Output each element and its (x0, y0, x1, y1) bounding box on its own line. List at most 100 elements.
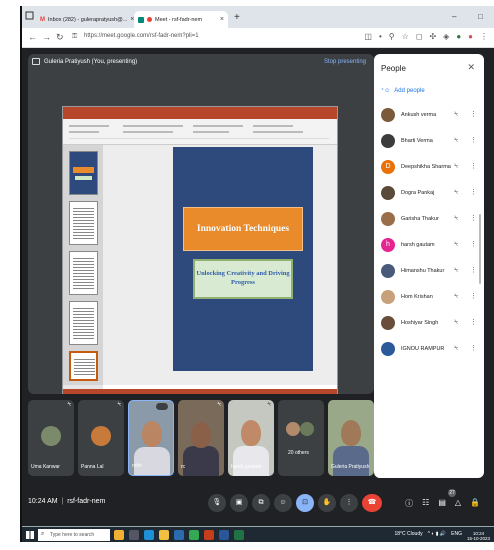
weather-status[interactable]: 18°C Cloudy (394, 531, 422, 541)
store-icon[interactable] (174, 530, 184, 540)
taskbar-search-box[interactable]: ⌕ Type here to search (38, 529, 110, 541)
present-button[interactable]: ⊡ (296, 494, 314, 512)
tile-name: rohit (132, 463, 142, 469)
word-icon[interactable] (219, 530, 229, 540)
more-options-icon[interactable]: ⋮ (470, 110, 477, 118)
language-indicator[interactable]: ENG (451, 531, 462, 541)
slide-thumbnail[interactable] (69, 251, 98, 295)
more-options-icon[interactable]: ⋮ (470, 292, 477, 300)
participant-tile[interactable]: ⍀ harsh gautam (228, 400, 274, 476)
activities-icon[interactable]: △ (455, 498, 461, 509)
more-options-icon[interactable]: ⋮ (470, 344, 477, 352)
tray-icons[interactable]: ^ ◐ ▮ 🔊 (428, 531, 447, 541)
extension-icon[interactable]: ◻ (416, 32, 423, 41)
tile-name: harsh gautam (231, 464, 262, 470)
emoji-button[interactable]: ☺ (274, 494, 292, 512)
participant-row[interactable]: Hom Krishan ⍀ ⋮ (374, 288, 482, 312)
participant-tile[interactable]: rohit (128, 400, 174, 476)
participant-tile[interactable]: ⍀ Panna Lal (78, 400, 124, 476)
participant-row[interactable]: Dogra Pankaj ⍀ ⋮ (374, 184, 482, 208)
avatar: D (381, 160, 395, 174)
slide-thumbnail[interactable] (69, 351, 98, 381)
lock-icon: ⚿ (72, 33, 78, 40)
more-options-icon[interactable]: ⋮ (470, 162, 477, 170)
info-icon[interactable]: ⓘ (405, 498, 413, 509)
stop-presenting-button[interactable]: Stop presenting (324, 59, 366, 65)
slide-editor: Innovation Techniques Unlocking Creativi… (103, 145, 337, 385)
camera-icon[interactable]: ◫ (364, 32, 372, 41)
participant-row[interactable]: Bharti Verma ⍀ ⋮ (374, 132, 482, 156)
slide-thumbnail[interactable] (69, 201, 98, 245)
participant-name: Bharti Verma (401, 138, 433, 144)
more-options-icon[interactable] (156, 403, 168, 410)
panel-scrollbar[interactable] (479, 214, 481, 284)
screen-frame: M Inbox (282) - gulerapratyush@... × Mee… (20, 6, 494, 542)
participant-tile-group[interactable]: 20 others (278, 400, 324, 476)
participant-row[interactable]: IGNOU RAMPUR ⍀ ⋮ (374, 340, 482, 364)
system-clock[interactable]: 10:24 15-10-2023 (467, 531, 490, 541)
more-options-icon[interactable]: ⋮ (470, 266, 477, 274)
more-options-icon[interactable]: ⋮ (470, 240, 477, 248)
add-people-button[interactable]: ⁺☺ Add people (381, 87, 425, 95)
slide-thumbnail[interactable] (69, 151, 98, 195)
leave-call-button[interactable]: ☎ (362, 494, 382, 512)
presenting-bar: Guleria Pratiyush (You, presenting) Stop… (28, 54, 374, 70)
profile-icon[interactable]: ● (456, 32, 461, 41)
more-options-button[interactable]: ⋮ (340, 494, 358, 512)
close-icon[interactable]: ✕ (467, 62, 475, 73)
maximize-button[interactable]: □ (478, 12, 483, 21)
chat-icon[interactable]: ▤ (438, 498, 446, 509)
participant-row[interactable]: D Deepshikha Sharma ⍀ ⋮ (374, 158, 482, 182)
people-icon[interactable]: ☷ (422, 498, 429, 509)
chrome-icon[interactable] (189, 530, 199, 540)
raise-hand-button[interactable]: ✋ (318, 494, 336, 512)
participant-tile[interactable]: ⍀ rc (178, 400, 224, 476)
puzzle-icon[interactable]: ✣ (429, 32, 436, 41)
explorer-icon[interactable] (159, 530, 169, 540)
account-icon[interactable]: ● (468, 32, 473, 41)
task-view-icon[interactable] (129, 530, 139, 540)
windows-taskbar: ⌕ Type here to search 18°C Cloudy ^ ◐ ▮ … (22, 526, 494, 542)
captions-button[interactable]: ⧉ (252, 494, 270, 512)
weather-widget-icon[interactable] (114, 530, 124, 540)
tab-meet[interactable]: Meet - rsf-fadr-nem × (134, 11, 228, 28)
participant-row[interactable]: Ankush verma ⍀ ⋮ (374, 106, 482, 130)
mic-button[interactable]: 🎙 (208, 494, 226, 512)
avatar (41, 426, 61, 446)
key-icon[interactable]: ⚲ (389, 32, 395, 41)
menu-icon[interactable]: ⋮ (480, 32, 488, 41)
tab-actions-icon[interactable] (25, 11, 35, 21)
more-options-icon[interactable]: ⋮ (470, 188, 477, 196)
minimize-button[interactable]: – (452, 12, 456, 21)
more-options-icon[interactable]: ⋮ (470, 214, 477, 222)
camera-button[interactable]: ▣ (230, 494, 248, 512)
participant-name: harsh gautam (401, 242, 435, 248)
participant-row[interactable]: Himanshu Thakur ⍀ ⋮ (374, 262, 482, 286)
close-tab-icon[interactable]: × (220, 16, 224, 23)
avatar (381, 134, 395, 148)
star-icon[interactable]: ☆ (402, 32, 409, 41)
reload-icon[interactable]: ↻ (56, 32, 64, 43)
participant-row[interactable]: Garisha Thakur ⍀ ⋮ (374, 210, 482, 234)
edge-icon[interactable] (144, 530, 154, 540)
system-tray: 18°C Cloudy ^ ◐ ▮ 🔊 ENG 10:24 15-10-2023 (394, 531, 490, 541)
participant-tile[interactable]: Guleria Pratiyush (328, 400, 374, 476)
forward-arrow-icon[interactable]: → (42, 32, 51, 42)
shield-icon[interactable]: ◈ (443, 32, 449, 41)
lock-icon[interactable]: 🔒 (470, 498, 480, 509)
back-arrow-icon[interactable]: ← (28, 32, 37, 42)
more-options-icon[interactable]: ⋮ (470, 136, 477, 144)
mic-icon[interactable]: • (379, 32, 382, 41)
participant-tile[interactable]: ⍀ Uma Kanwar (28, 400, 74, 476)
excel-icon[interactable] (234, 530, 244, 540)
participant-row[interactable]: h harsh gautam ⍀ ⋮ (374, 236, 482, 260)
tab-gmail[interactable]: M Inbox (282) - gulerapratyush@... × (36, 11, 134, 28)
url-field[interactable]: https://meet.google.com/rsf-fadr-nem?pli… (84, 33, 199, 39)
more-options-icon[interactable]: ⋮ (470, 318, 477, 326)
participant-row[interactable]: Hoshiyar Singh ⍀ ⋮ (374, 314, 482, 338)
powerpoint-icon[interactable] (204, 530, 214, 540)
windows-start-icon[interactable] (26, 531, 34, 539)
new-tab-button[interactable]: + (234, 12, 240, 23)
shared-powerpoint-window: Innovation Techniques Unlocking Creativi… (62, 106, 338, 394)
slide-thumbnail[interactable] (69, 301, 98, 345)
